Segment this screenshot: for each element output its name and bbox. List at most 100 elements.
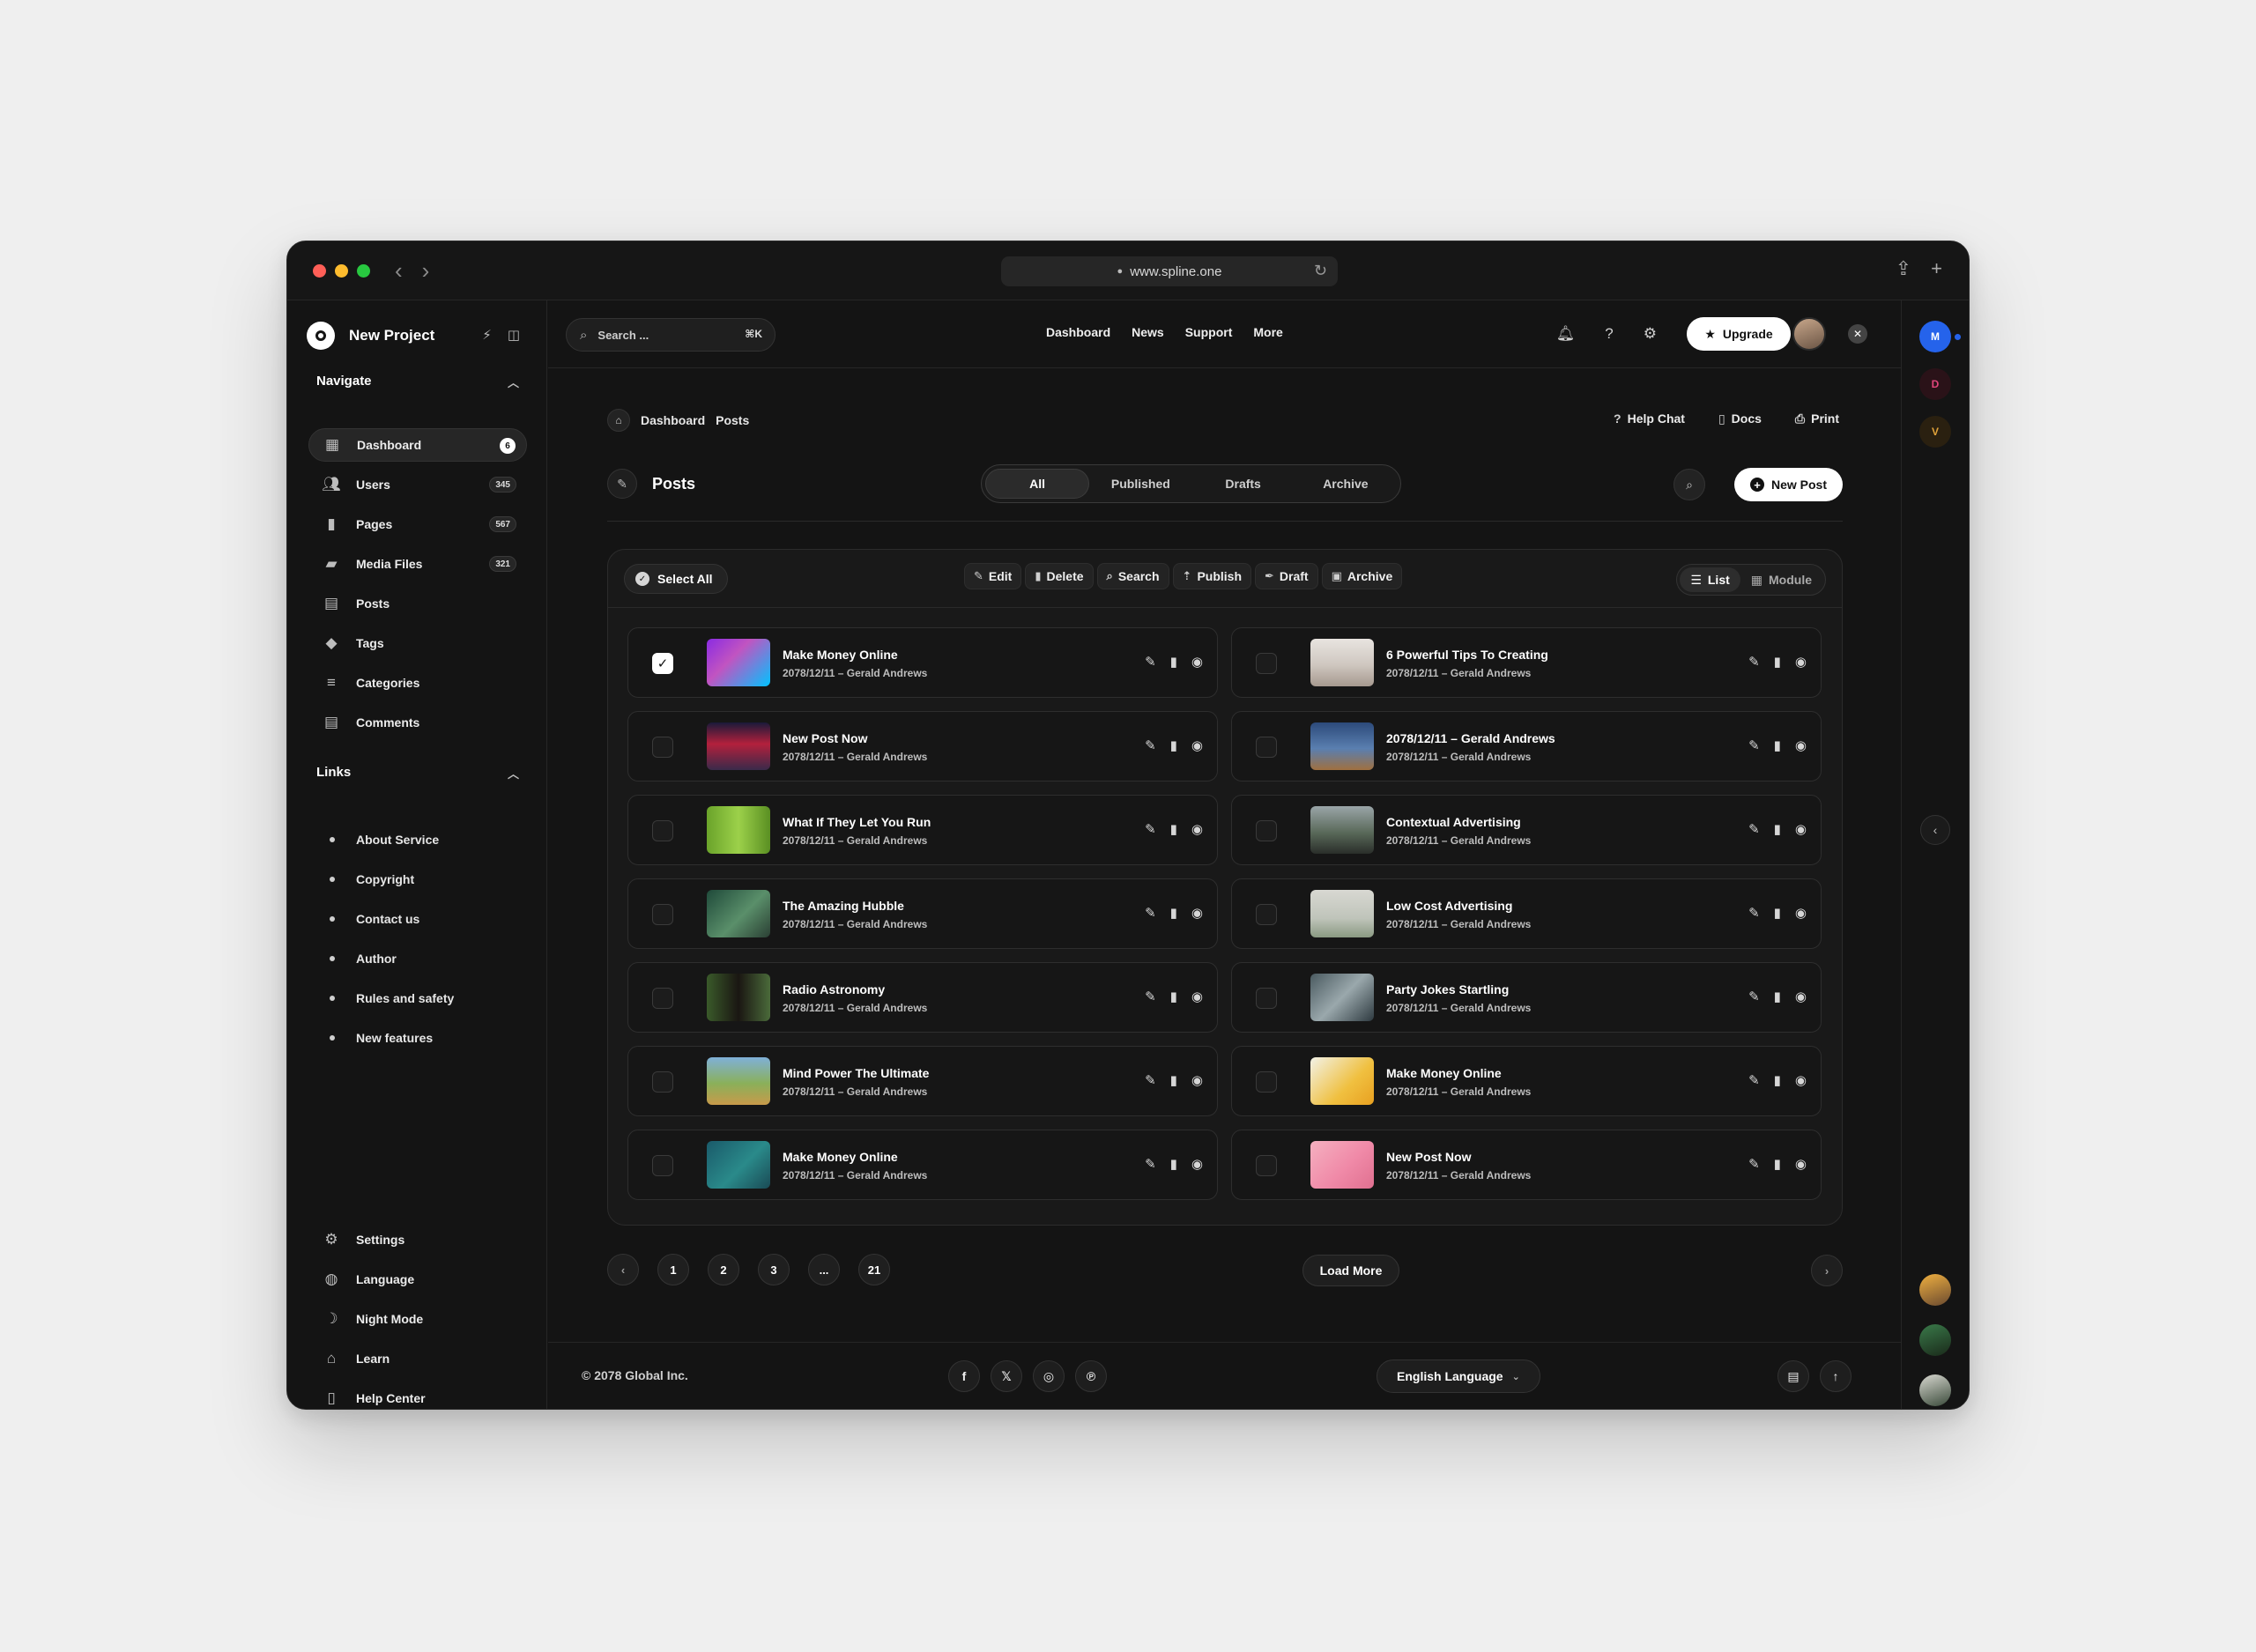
edit-pencil-icon[interactable]: ✎ bbox=[1748, 1156, 1760, 1172]
view-eye-icon[interactable]: ◉ bbox=[1795, 1156, 1807, 1172]
view-eye-icon[interactable]: ◉ bbox=[1191, 821, 1203, 837]
docs-link[interactable]: ▯ Docs bbox=[1718, 411, 1762, 426]
draft-action-button[interactable]: ✒ Draft bbox=[1255, 563, 1318, 589]
view-eye-icon[interactable]: ◉ bbox=[1191, 989, 1203, 1004]
new-tab-plus-icon[interactable]: + bbox=[1931, 257, 1942, 280]
workspace-avatar[interactable]: D bbox=[1919, 368, 1951, 400]
edit-pencil-icon[interactable]: ✎ bbox=[1748, 905, 1760, 921]
project-switcher[interactable]: New Project bbox=[307, 322, 434, 350]
team-avatar[interactable] bbox=[1919, 1274, 1951, 1306]
view-eye-icon[interactable]: ◉ bbox=[1795, 821, 1807, 837]
post-card[interactable]: 2078/12/11 – Gerald Andrews 2078/12/11 – … bbox=[1231, 711, 1822, 782]
next-page-button[interactable]: › bbox=[1811, 1255, 1843, 1286]
new-post-button[interactable]: + New Post bbox=[1734, 468, 1843, 501]
facebook-icon[interactable]: f bbox=[948, 1360, 980, 1392]
minimize-window-button[interactable] bbox=[335, 264, 348, 278]
delete-trash-icon[interactable]: ▮ bbox=[1170, 905, 1177, 921]
arrow-up-icon[interactable]: ↑ bbox=[1820, 1360, 1852, 1392]
delete-trash-icon[interactable]: ▮ bbox=[1774, 1072, 1781, 1088]
post-checkbox[interactable] bbox=[652, 737, 673, 758]
view-eye-icon[interactable]: ◉ bbox=[1795, 905, 1807, 921]
delete-trash-icon[interactable]: ▮ bbox=[1170, 1072, 1177, 1088]
instagram-icon[interactable]: ◎ bbox=[1033, 1360, 1065, 1392]
post-title[interactable]: New Post Now bbox=[783, 731, 867, 745]
post-card[interactable]: ✓ Make Money Online 2078/12/11 – Gerald An… bbox=[627, 627, 1218, 698]
chat-icon[interactable]: ▤ bbox=[1777, 1360, 1809, 1392]
view-eye-icon[interactable]: ◉ bbox=[1795, 654, 1807, 670]
chevron-left-icon[interactable]: ‹ bbox=[1920, 815, 1950, 845]
page-button[interactable]: 1 bbox=[657, 1254, 689, 1285]
sidebar-item-learn[interactable]: ⌂ Learn bbox=[308, 1342, 527, 1375]
sidebar-item-language[interactable]: ◍ Language bbox=[308, 1263, 527, 1296]
delete-trash-icon[interactable]: ▮ bbox=[1170, 989, 1177, 1004]
prev-page-button[interactable]: ‹ bbox=[607, 1254, 639, 1285]
sidebar-link[interactable]: Copyright bbox=[330, 872, 414, 886]
view-eye-icon[interactable]: ◉ bbox=[1191, 905, 1203, 921]
post-checkbox[interactable] bbox=[1256, 904, 1277, 925]
edit-pencil-icon[interactable]: ✎ bbox=[1748, 654, 1760, 670]
sidebar-item-pages[interactable]: ▮ Pages 567 bbox=[308, 507, 527, 541]
edit-pencil-icon[interactable]: ✎ bbox=[1145, 821, 1156, 837]
view-eye-icon[interactable]: ◉ bbox=[1191, 654, 1203, 670]
post-title[interactable]: 2078/12/11 – Gerald Andrews bbox=[1386, 731, 1555, 745]
search-action-button[interactable]: ⌕ Search bbox=[1096, 563, 1169, 589]
post-title[interactable]: Party Jokes Startling bbox=[1386, 982, 1509, 996]
search-input[interactable]: Search ... bbox=[597, 329, 649, 342]
edit-pencil-icon[interactable]: ✎ bbox=[1145, 654, 1156, 670]
post-checkbox[interactable] bbox=[1256, 737, 1277, 758]
post-card[interactable]: Low Cost Advertising 2078/12/11 – Gerald … bbox=[1231, 878, 1822, 949]
post-card[interactable]: New Post Now 2078/12/11 – Gerald Andrews ✎… bbox=[627, 711, 1218, 782]
post-title[interactable]: Make Money Online bbox=[783, 648, 898, 662]
back-arrow-icon[interactable]: ‹ bbox=[395, 257, 403, 284]
delete-trash-icon[interactable]: ▮ bbox=[1170, 821, 1177, 837]
delete-action-button[interactable]: ▮ Delete bbox=[1025, 563, 1094, 589]
sidebar-item-night-mode[interactable]: ☽ Night Mode bbox=[308, 1302, 527, 1336]
view-eye-icon[interactable]: ◉ bbox=[1191, 1072, 1203, 1088]
close-window-button[interactable] bbox=[313, 264, 326, 278]
view-eye-icon[interactable]: ◉ bbox=[1191, 737, 1203, 753]
sidebar-item-dashboard[interactable]: ▦ Dashboard 6 bbox=[308, 428, 527, 462]
sidebar-link[interactable]: Rules and safety bbox=[330, 991, 454, 1005]
help-chat-link[interactable]: ? Help Chat bbox=[1614, 411, 1685, 426]
sidebar-item-posts[interactable]: ▤ Posts bbox=[308, 587, 527, 620]
view-eye-icon[interactable]: ◉ bbox=[1795, 1072, 1807, 1088]
reload-icon[interactable]: ↻ bbox=[1314, 262, 1327, 280]
post-card[interactable]: The Amazing Hubble 2078/12/11 – Gerald An… bbox=[627, 878, 1218, 949]
sidebar-link[interactable]: About Service bbox=[330, 833, 439, 847]
gear-icon[interactable]: ⚙ bbox=[1644, 325, 1657, 343]
post-title[interactable]: Radio Astronomy bbox=[783, 982, 885, 996]
global-search[interactable]: ⌕ Search ... ⌘K bbox=[566, 318, 776, 352]
sidebar-item-tags[interactable]: ◆ Tags bbox=[308, 626, 527, 660]
post-card[interactable]: Make Money Online 2078/12/11 – Gerald And… bbox=[1231, 1046, 1822, 1116]
delete-trash-icon[interactable]: ▮ bbox=[1774, 1156, 1781, 1172]
maximize-window-button[interactable] bbox=[357, 264, 370, 278]
post-card[interactable]: Make Money Online 2078/12/11 – Gerald And… bbox=[627, 1130, 1218, 1200]
workspace-avatar[interactable]: V bbox=[1919, 416, 1951, 448]
post-checkbox[interactable] bbox=[1256, 1155, 1277, 1176]
post-checkbox[interactable] bbox=[1256, 1071, 1277, 1093]
delete-trash-icon[interactable]: ▮ bbox=[1774, 989, 1781, 1004]
navigate-section-header[interactable]: Navigate ︿ bbox=[316, 374, 519, 390]
post-checkbox[interactable] bbox=[1256, 653, 1277, 674]
topnav-support[interactable]: Support bbox=[1185, 325, 1233, 339]
sidebar-toggle-icon[interactable]: ◫ bbox=[508, 327, 520, 343]
load-more-button[interactable]: Load More bbox=[1302, 1255, 1399, 1286]
sidebar-link[interactable]: Author bbox=[330, 952, 397, 966]
sidebar-link[interactable]: Contact us bbox=[330, 912, 419, 926]
post-card[interactable]: New Post Now 2078/12/11 – Gerald Andrews ✎… bbox=[1231, 1130, 1822, 1200]
delete-trash-icon[interactable]: ▮ bbox=[1170, 654, 1177, 670]
edit-pencil-icon[interactable]: ✎ bbox=[1145, 737, 1156, 753]
post-title[interactable]: New Post Now bbox=[1386, 1150, 1471, 1164]
edit-pencil-icon[interactable]: ✎ bbox=[1748, 989, 1760, 1004]
post-checkbox[interactable] bbox=[652, 1155, 673, 1176]
bolt-icon[interactable]: ⚡ bbox=[482, 327, 492, 343]
sidebar-item-users[interactable]: 👥︎ Users 345 bbox=[308, 468, 527, 501]
view-eye-icon[interactable]: ◉ bbox=[1795, 989, 1807, 1004]
archive-action-button[interactable]: ▣ Archive bbox=[1321, 563, 1403, 589]
post-checkbox[interactable] bbox=[1256, 988, 1277, 1009]
post-card[interactable]: Contextual Advertising 2078/12/11 – Geral… bbox=[1231, 795, 1822, 865]
edit-pencil-icon[interactable]: ✎ bbox=[1145, 1156, 1156, 1172]
page-button[interactable]: 3 bbox=[758, 1254, 790, 1285]
page-button[interactable]: 21 bbox=[858, 1254, 890, 1285]
post-checkbox[interactable] bbox=[652, 820, 673, 841]
